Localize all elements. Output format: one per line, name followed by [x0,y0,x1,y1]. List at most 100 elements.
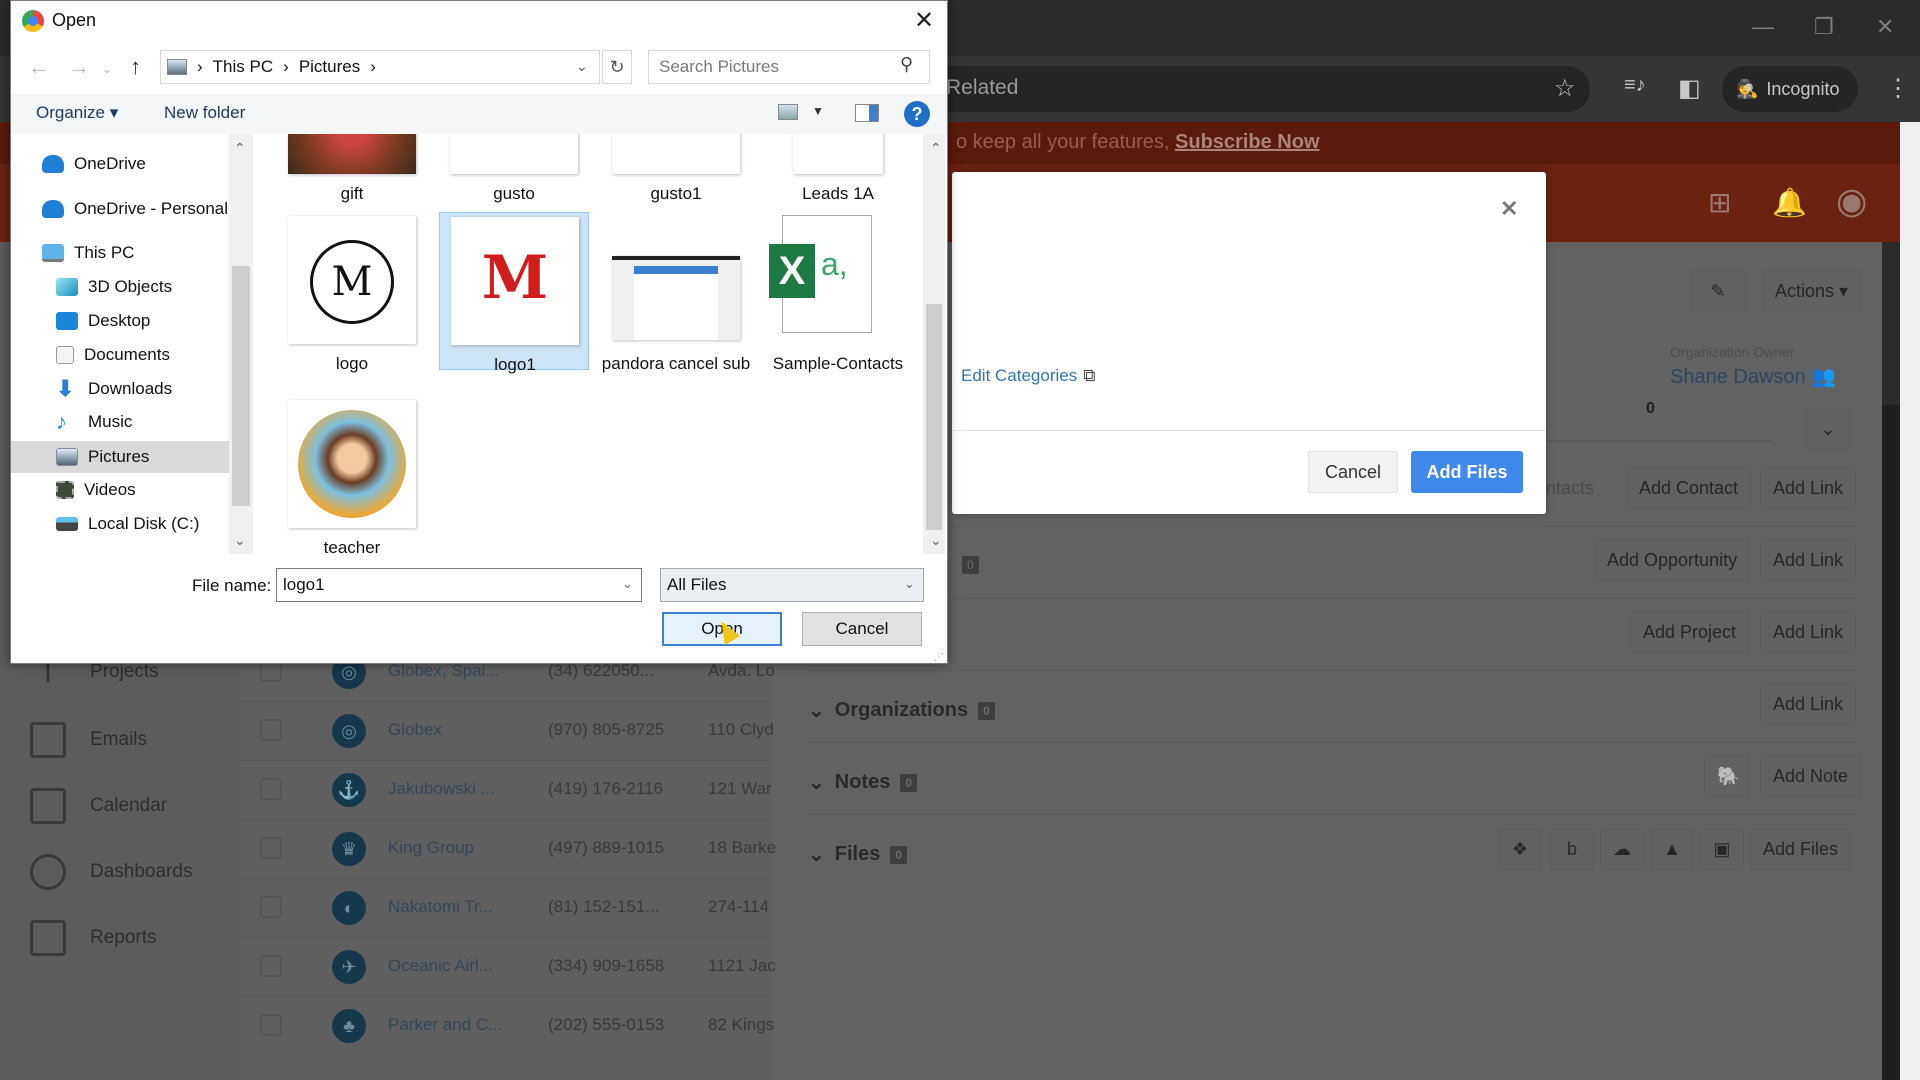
add-note-button[interactable]: Add Note [1760,755,1862,797]
org-name[interactable]: King Group [388,838,474,858]
nav-item-desktop[interactable]: Desktop [56,305,150,337]
breadcrumb-this-pc[interactable]: This PC [213,57,273,77]
add-opportunity-button[interactable]: Add Opportunity [1594,539,1751,581]
add-link-button[interactable]: Add Link [1760,539,1857,581]
sidebar-item-dashboards[interactable]: Dashboards [30,854,192,890]
table-row[interactable]: ✈ Oceanic Airl... (334) 909-1658 1121 Jac [240,937,776,996]
sidebar-item-reports[interactable]: Reports [30,920,157,956]
nav-item-downloads[interactable]: ⬇ Downloads [56,373,172,405]
org-name[interactable]: Nakatomi Tr... [388,897,493,917]
row-checkbox[interactable] [260,1014,282,1036]
notification-bell-icon[interactable]: 🔔 [1772,186,1807,219]
org-name[interactable]: Oceanic Airl... [388,956,493,976]
view-dropdown-icon[interactable]: ▼ [812,104,824,118]
menu-kebab-icon[interactable]: ⋮ [1886,74,1910,103]
nav-item-documents[interactable]: Documents [56,339,170,371]
onedrive-button[interactable]: ☁ [1600,828,1644,870]
add-icon[interactable]: ⊞ [1708,186,1731,219]
row-checkbox[interactable] [260,896,282,918]
sharepoint-button[interactable]: ▣ [1700,828,1744,870]
row-checkbox[interactable] [260,778,282,800]
dialog-close-button[interactable]: ✕ [914,6,934,35]
add-contact-button[interactable]: Add Contact [1626,467,1752,509]
panel-scrollbar[interactable] [1882,405,1900,1080]
add-project-button[interactable]: Add Project [1630,611,1750,653]
preview-pane-icon[interactable] [855,104,879,122]
new-folder-button[interactable]: New folder [164,103,245,123]
nav-item-music[interactable]: ♪ Music [56,406,132,438]
modal-close-icon[interactable]: ✕ [1500,196,1518,222]
table-row[interactable]: ◎ Globex (970) 805-8725 110 Clyd [240,701,774,760]
organize-menu[interactable]: Organize ▾ [36,103,118,123]
modal-cancel-button[interactable]: Cancel [1308,451,1398,493]
nav-item-onedrive-personal[interactable]: OneDrive - Personal [42,193,228,225]
file-name-dropdown-icon[interactable]: ⌄ [622,576,633,592]
refresh-button[interactable]: ↻ [602,50,632,84]
sidebar-item-calendar[interactable]: Calendar [30,788,167,824]
file-name-input[interactable]: logo1 [276,568,642,602]
incognito-badge[interactable]: 🕵 Incognito [1722,66,1858,112]
resize-grip-icon[interactable]: ⋰ [934,652,944,663]
help-icon[interactable]: ? [904,101,930,127]
modal-add-files-button[interactable]: Add Files [1411,451,1523,493]
nav-scroll-down-icon[interactable]: ⌄ [234,532,246,549]
evernote-button[interactable]: 🐘 [1704,755,1750,797]
notes-section[interactable]: ⌄ Notes 0 [808,770,918,795]
actions-dropdown[interactable]: Actions ▾ [1762,270,1862,312]
address-breadcrumb[interactable]: › This PC › Pictures › [160,50,600,84]
row-checkbox[interactable] [260,719,282,741]
table-row[interactable]: ⚓ Jakubowski ... (419) 176-2116 121 War [240,760,772,819]
file-item-selected[interactable]: M logo1 [439,212,589,374]
bookmark-star-icon[interactable]: ☆ [1554,74,1576,103]
nav-item-pictures[interactable]: Pictures [56,441,149,473]
table-row[interactable]: ♣ Parker and C... (202) 555-0153 82 Kings [240,996,774,1055]
recent-dropdown-icon[interactable]: ⌄ [102,62,112,76]
add-link-button[interactable]: Add Link [1760,683,1857,725]
organizations-section[interactable]: ⌄ Organizations 0 [808,698,995,723]
up-arrow-icon[interactable]: ↑ [130,54,141,80]
file-scroll-down-icon[interactable]: ⌄ [930,532,942,549]
window-close-button[interactable]: ✕ [1876,14,1894,40]
sidebar-item-emails[interactable]: Emails [30,722,147,758]
box-button[interactable]: b [1550,828,1594,870]
file-type-select[interactable]: All Files [660,568,924,602]
nav-scroll-thumb[interactable] [232,266,250,506]
side-panel-icon[interactable]: ◧ [1678,74,1701,103]
address-dropdown-icon[interactable]: ⌄ [576,58,588,75]
dropbox-button[interactable]: ❖ [1498,828,1542,870]
table-row[interactable]: ◐ Nakatomi Tr... (81) 152-151... 274-114 [240,878,772,937]
cancel-button[interactable]: Cancel [802,612,922,646]
nav-item-this-pc[interactable]: This PC [42,237,134,269]
nav-item-local-disk[interactable]: Local Disk (C:) [56,508,199,540]
add-link-button[interactable]: Add Link [1760,467,1857,509]
org-name[interactable]: Globex [388,720,442,740]
owner-name-link[interactable]: Shane Dawson 👥 [1670,364,1836,389]
media-control-icon[interactable]: ≡♪ [1624,74,1646,97]
file-type-dropdown-icon[interactable]: ⌄ [904,576,915,592]
row-checkbox[interactable] [260,955,282,977]
org-name[interactable]: Jakubowski ... [388,779,495,799]
files-section[interactable]: ⌄ Files 0 [808,842,908,867]
edit-button[interactable]: ✎ [1690,270,1746,312]
row-checkbox[interactable] [260,837,282,859]
org-name[interactable]: Parker and C... [388,1015,502,1035]
user-avatar-icon[interactable]: ◉ [1836,180,1867,222]
nav-item-onedrive[interactable]: OneDrive [42,148,146,180]
edit-categories-link[interactable]: Edit Categories ⧉ [961,366,1095,386]
google-drive-button[interactable]: ▲ [1650,828,1694,870]
breadcrumb-pictures[interactable]: Pictures [299,57,360,77]
address-bar[interactable] [930,66,1590,112]
subscribe-now-link[interactable]: Subscribe Now [1175,131,1319,153]
add-files-section-button[interactable]: Add Files [1750,828,1852,870]
page-scrollbar[interactable] [1900,122,1920,1080]
expand-button[interactable]: ⌄ [1806,408,1850,450]
view-mode-icon[interactable] [778,104,798,120]
search-input[interactable]: Search Pictures [648,50,930,84]
org-name[interactable]: Globex, Spai... [388,661,500,681]
forward-arrow-icon[interactable]: → [68,54,90,80]
minimize-button[interactable]: — [1752,14,1774,40]
nav-scroll-up-icon[interactable]: ⌃ [234,140,246,157]
table-row[interactable]: ♛ King Group (497) 889-1015 18 Barke [240,819,776,878]
restore-button[interactable]: ❐ [1814,14,1834,40]
nav-item-videos[interactable]: Videos [56,474,136,506]
